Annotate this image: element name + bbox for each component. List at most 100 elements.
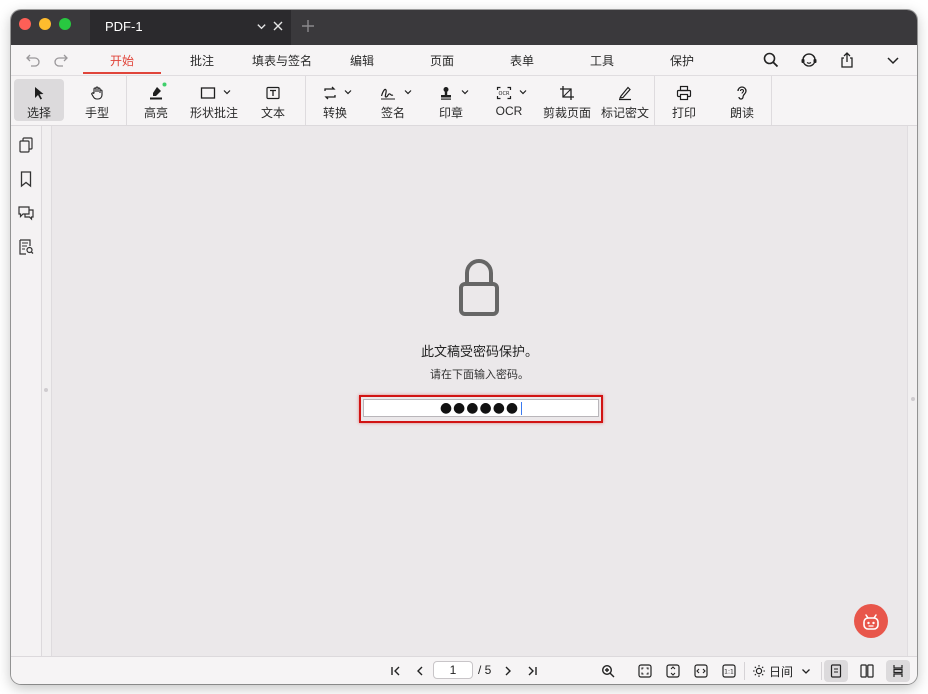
previous-page-icon[interactable] (413, 664, 427, 678)
tool-text[interactable]: 文本 (245, 79, 301, 121)
status-divider (744, 662, 745, 680)
tool-print[interactable]: 打印 (656, 79, 712, 121)
share-icon[interactable] (838, 51, 856, 69)
close-window-button[interactable] (19, 18, 31, 30)
fit-height-icon[interactable] (666, 664, 680, 678)
chevron-down-icon[interactable] (404, 88, 412, 96)
continuous-scroll-icon (893, 665, 903, 677)
hand-icon (91, 86, 103, 100)
chevron-down-icon[interactable] (884, 51, 902, 69)
single-page-icon (830, 664, 842, 678)
sidebar-resize-handle[interactable] (42, 126, 52, 656)
chevron-down-icon[interactable] (461, 88, 469, 96)
tool-highlight[interactable]: 高亮 (128, 79, 184, 121)
tool-crop-page[interactable]: 剪裁页面 (539, 79, 595, 121)
zoom-in-icon[interactable] (601, 664, 615, 678)
tool-ocr[interactable]: OCR OCR (481, 79, 537, 121)
tool-label: 转换 (322, 106, 347, 120)
active-tab-indicator (83, 72, 161, 74)
comments-icon[interactable] (17, 204, 35, 222)
status-dot-icon (162, 82, 167, 87)
tool-label: 剪裁页面 (542, 106, 591, 120)
menu-tab-tools[interactable]: 工具 (590, 52, 614, 69)
sun-icon[interactable] (752, 664, 766, 678)
toolbar-divider (126, 76, 127, 125)
menu-tab-page[interactable]: 页面 (430, 52, 454, 69)
rectangle-icon (200, 87, 216, 99)
document-tab[interactable]: PDF-1 (90, 10, 291, 45)
status-divider (821, 662, 822, 680)
search-icon[interactable] (762, 51, 780, 69)
single-page-view-button[interactable] (824, 660, 848, 682)
menu-tab-comment[interactable]: 批注 (190, 52, 214, 69)
tool-read-aloud[interactable]: 朗读 (714, 79, 770, 121)
continuous-scroll-view-button[interactable] (886, 660, 910, 682)
cursor-icon (35, 87, 44, 100)
new-tab-icon[interactable] (300, 18, 316, 34)
menu-tab-protect[interactable]: 保护 (670, 52, 694, 69)
password-prompt: 请在下面输入密码。 (430, 369, 529, 381)
search-document-icon[interactable] (17, 238, 35, 256)
tool-label: 文本 (260, 106, 285, 120)
crop-icon (560, 86, 574, 100)
tool-hand[interactable]: 手型 (69, 79, 125, 121)
tab-title: PDF-1 (105, 19, 143, 34)
tool-convert[interactable]: 转换 (307, 79, 363, 121)
first-page-icon[interactable] (389, 664, 403, 678)
minimize-window-button[interactable] (39, 18, 51, 30)
tool-label: 选择 (26, 106, 51, 120)
svg-text:OCR: OCR (499, 91, 510, 97)
ocr-icon: OCR (496, 86, 512, 100)
menu-tab-fill-sign[interactable]: 填表与签名 (252, 52, 312, 69)
svg-text:1:1: 1:1 (724, 669, 734, 676)
two-page-view-button[interactable] (855, 660, 879, 682)
fit-page-icon[interactable] (638, 664, 652, 678)
chevron-down-icon[interactable] (223, 88, 231, 96)
status-bar: 1 / 5 1:1 日间 (11, 656, 917, 684)
support-icon[interactable] (800, 51, 818, 69)
page-total: / 5 (478, 663, 492, 677)
actual-size-icon[interactable]: 1:1 (722, 664, 736, 678)
right-resize-handle[interactable] (907, 126, 917, 656)
tool-label: OCR (495, 104, 523, 118)
current-page-input[interactable]: 1 (433, 661, 473, 679)
app-window: PDF-1 开始 批注 填表与签名 编辑 页面 表单 工具 保护 选择 手型 高… (11, 10, 917, 684)
fit-width-icon[interactable] (694, 664, 708, 678)
tool-label: 印章 (438, 106, 463, 120)
thumbnails-icon[interactable] (17, 136, 35, 154)
password-input[interactable]: ●●●●●● (363, 399, 599, 417)
theme-mode-label[interactable]: 日间 (769, 663, 793, 680)
toolbar-divider (771, 76, 772, 125)
two-page-icon (860, 664, 874, 678)
menu-tab-edit[interactable]: 编辑 (350, 52, 374, 69)
resize-grip (911, 397, 915, 401)
signature-icon (380, 88, 395, 100)
menu-tab-home[interactable]: 开始 (110, 52, 134, 69)
tool-select[interactable]: 选择 (14, 79, 64, 121)
text-box-icon (266, 86, 280, 100)
maximize-window-button[interactable] (59, 18, 71, 30)
chevron-down-icon[interactable] (799, 664, 813, 678)
chevron-down-icon[interactable] (519, 88, 527, 96)
last-page-icon[interactable] (525, 664, 539, 678)
tool-label: 高亮 (143, 106, 168, 120)
resize-grip (44, 388, 48, 392)
menu-tab-form[interactable]: 表单 (510, 52, 534, 69)
tool-signature[interactable]: 签名 (365, 79, 421, 121)
tool-label: 手型 (84, 106, 109, 120)
toolbar: 选择 手型 高亮 形状批注 文本 转换 签名 印章 OCR OCR 剪裁页面 标… (11, 76, 917, 126)
password-protected-message: 此文稿受密码保护。 (420, 344, 538, 359)
bookmark-icon[interactable] (17, 170, 35, 188)
chevron-down-icon[interactable] (256, 21, 267, 32)
undo-icon[interactable] (25, 52, 41, 68)
tool-shape-annotation[interactable]: 形状批注 (186, 79, 242, 121)
next-page-icon[interactable] (501, 664, 515, 678)
close-tab-icon[interactable] (272, 20, 284, 32)
tool-stamp[interactable]: 印章 (423, 79, 479, 121)
ai-assistant-button[interactable] (854, 604, 888, 638)
left-sidebar (11, 126, 42, 656)
chevron-down-icon[interactable] (344, 88, 352, 96)
redo-icon[interactable] (53, 52, 69, 68)
tool-redact[interactable]: 标记密文 (597, 79, 653, 121)
printer-icon (676, 85, 692, 101)
